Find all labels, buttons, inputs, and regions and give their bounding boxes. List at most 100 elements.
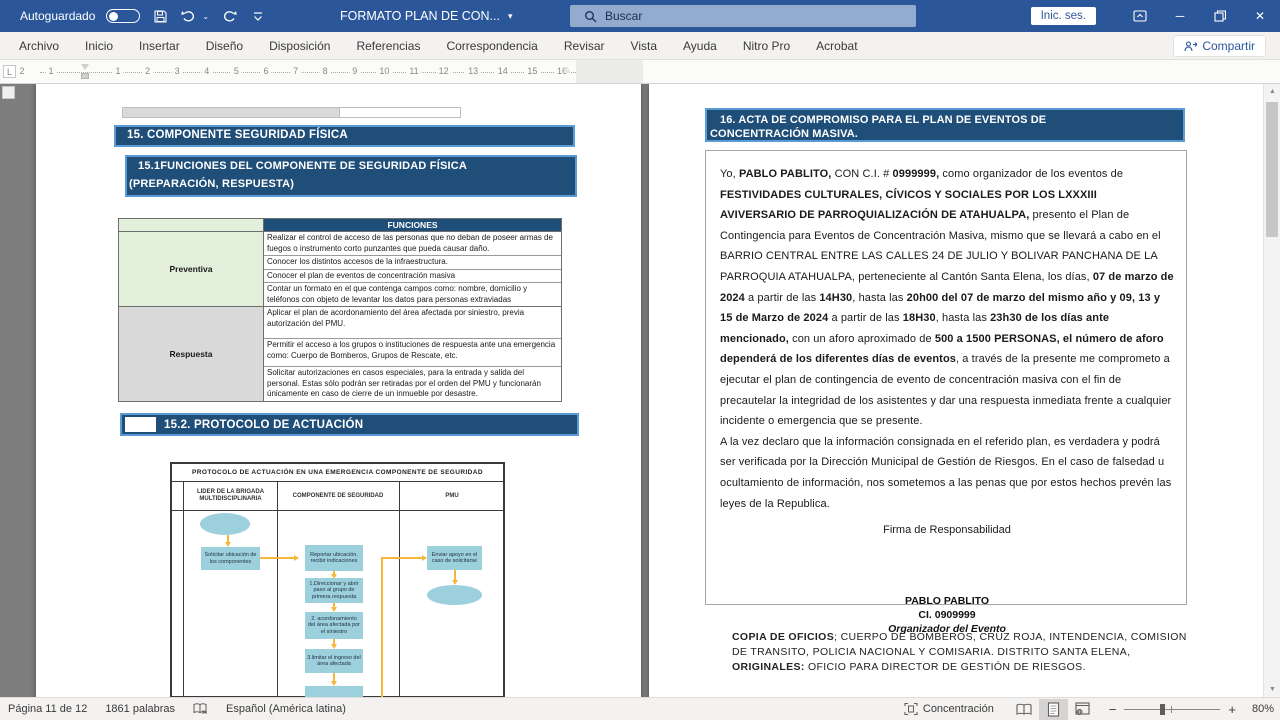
table-row: Conocer el plan de eventos de concentrac… (264, 270, 561, 284)
heading-15-2-white-box (125, 417, 156, 432)
ruler-number: 1 (45, 66, 56, 77)
ribbon-tab-vista[interactable]: Vista (618, 32, 670, 60)
table-row: Aplicar el plan de acordonamiento del ár… (264, 307, 561, 339)
functions-table: FUNCIONES PreventivaRealizar el control … (118, 218, 562, 402)
zoom-slider-thumb[interactable] (1160, 704, 1165, 715)
flowchart-col1-header: LIDER DE LA BRIGADA MULTIDISCIPLINARIA (184, 482, 277, 510)
signature-name: PABLO PABLITO (720, 594, 1174, 608)
ribbon-tab-disposición[interactable]: Disposición (256, 32, 343, 60)
page-indicator[interactable]: Página 11 de 12 (8, 703, 87, 715)
search-placeholder: Buscar (605, 9, 642, 23)
undo-dropdown-icon[interactable]: ⌄ (202, 12, 209, 21)
header-cell-funciones: FUNCIONES (264, 219, 561, 231)
tab-selector[interactable]: L (3, 65, 16, 78)
flow-box-step-3: 2. acordonamiento del área afectada por … (305, 612, 363, 639)
ribbon-tab-insertar[interactable]: Insertar (126, 32, 193, 60)
ruler-number: 8 (320, 66, 331, 77)
heading-15: 15. COMPONENTE SEGURIDAD FÍSICA (114, 125, 575, 147)
ribbon-tab-referencias[interactable]: Referencias (343, 32, 433, 60)
zoom-percentage[interactable]: 80% (1244, 703, 1274, 715)
zoom-in-button[interactable]: + (1228, 702, 1236, 717)
table-row: Contar un formato en el que contenga cam… (264, 283, 561, 306)
ruler-number: 5 (231, 66, 242, 77)
title-bar: Autoguardado ⌄ FORMATO PLAN DE CON... ▾ (0, 0, 1280, 32)
doc-title-dropdown-icon[interactable]: ▾ (508, 11, 513, 22)
heading-15-1: 15.1FUNCIONES DEL COMPONENTE DE SEGURIDA… (125, 155, 577, 197)
focus-mode-button[interactable]: Concentración (904, 702, 994, 716)
share-button[interactable]: Compartir (1173, 35, 1266, 57)
ribbon-tab-ayuda[interactable]: Ayuda (670, 32, 730, 60)
zoom-slider[interactable] (1124, 703, 1220, 715)
ribbon-tab-inicio[interactable]: Inicio (72, 32, 126, 60)
autosave-toggle[interactable] (106, 9, 140, 23)
flow-end-ellipse (427, 585, 482, 605)
ribbon-tab-correspondencia[interactable]: Correspondencia (433, 32, 550, 60)
language-indicator[interactable]: Español (América latina) (226, 703, 346, 715)
proofing-icon[interactable] (193, 702, 208, 716)
acta-text-box: Yo, PABLO PABLITO, CON C.I. # 0999999, c… (705, 150, 1187, 605)
table-fragment-cell-gray (122, 107, 340, 118)
word-window: Autoguardado ⌄ FORMATO PLAN DE CON... ▾ (0, 0, 1280, 720)
functions-table-header-row: FUNCIONES (119, 219, 561, 232)
ribbon-tab-acrobat[interactable]: Acrobat (803, 32, 870, 60)
ruler-ticks (40, 72, 640, 73)
right-indent-marker[interactable] (563, 66, 571, 73)
save-icon[interactable] (151, 6, 169, 26)
flow-box-step-1: Reportar ubicación, recibir indicaciones (305, 545, 363, 571)
search-icon (584, 10, 597, 23)
close-button[interactable]: ✕ (1240, 0, 1280, 32)
table-row: Permitir el acceso a los grupos o instit… (264, 339, 561, 367)
ribbon-tab-revisar[interactable]: Revisar (551, 32, 618, 60)
ruler-number: 15 (524, 66, 540, 77)
ruler-number: 14 (495, 66, 511, 77)
focus-icon (904, 702, 918, 716)
restore-button[interactable] (1200, 0, 1240, 32)
minimize-button[interactable]: ─ (1160, 0, 1200, 32)
heading-15-2: 15.2. PROTOCOLO DE ACTUACIÓN (120, 413, 579, 436)
hanging-indent-marker[interactable] (81, 73, 89, 79)
ruler-number: 10 (376, 66, 392, 77)
scroll-down-icon[interactable]: ▼ (1264, 682, 1280, 697)
quick-access-customize-icon[interactable] (249, 6, 267, 26)
redo-icon[interactable] (220, 6, 238, 26)
undo-icon[interactable] (180, 6, 198, 26)
acta-paragraphs: Yo, PABLO PABLITO, CON C.I. # 0999999, c… (720, 164, 1174, 514)
table-group-preventiva: PreventivaRealizar el control de acceso … (119, 232, 561, 307)
print-layout-button[interactable] (1039, 699, 1068, 720)
horizontal-ruler[interactable]: L 21123456789101112131415161718 (0, 60, 1280, 84)
ruler-number: 9 (349, 66, 360, 77)
ruler-number: 1 (112, 66, 123, 77)
first-line-indent-marker[interactable] (81, 64, 89, 70)
vertical-ruler-stub (2, 86, 15, 99)
acta-paragraph: A la vez declaro que la información cons… (720, 432, 1174, 514)
read-mode-button[interactable] (1010, 699, 1039, 720)
ruler-number: 2 (16, 66, 27, 77)
word-count[interactable]: 1861 palabras (105, 703, 175, 715)
ruler-number: 13 (465, 66, 481, 77)
ruler-number: 2 (142, 66, 153, 77)
flow-box-solicitar: Solicitar ubicación de los componentes (201, 547, 260, 570)
ribbon-display-options-icon[interactable] (1120, 0, 1160, 32)
search-input[interactable]: Buscar (570, 5, 916, 27)
table-category-label: Preventiva (119, 232, 264, 306)
ruler-right-margin (576, 60, 643, 83)
ribbon-tab-diseño[interactable]: Diseño (193, 32, 256, 60)
ribbon-tab-nitro-pro[interactable]: Nitro Pro (730, 32, 803, 60)
vertical-scrollbar[interactable]: ▲ ▼ (1263, 84, 1280, 697)
ruler-number: 3 (172, 66, 183, 77)
zoom-out-button[interactable]: − (1109, 702, 1117, 717)
document-title[interactable]: FORMATO PLAN DE CON... ▾ (340, 0, 513, 32)
table-fragment-cell-white (340, 107, 461, 118)
sign-in-button[interactable]: Inic. ses. (1031, 7, 1096, 25)
autosave-label: Autoguardado (20, 9, 95, 23)
signature-ci: CI. 0909999 (720, 608, 1174, 622)
web-layout-button[interactable] (1068, 699, 1097, 720)
flowchart-col2-header: COMPONENTE DE SEGURIDAD (278, 482, 398, 510)
ribbon-tab-archivo[interactable]: Archivo (6, 32, 72, 60)
copias-line: COPIA DE OFICIOS; CUERPO DE BOMBEROS, CR… (732, 630, 1188, 660)
flow-box-step-5 (305, 686, 363, 697)
flow-box-enviar: Enviar apoyo en el caso de solicitarse (427, 546, 482, 570)
table-group-respuesta: RespuestaAplicar el plan de acordonamien… (119, 307, 561, 401)
scroll-up-icon[interactable]: ▲ (1264, 84, 1280, 99)
scrollbar-thumb[interactable] (1266, 102, 1278, 237)
